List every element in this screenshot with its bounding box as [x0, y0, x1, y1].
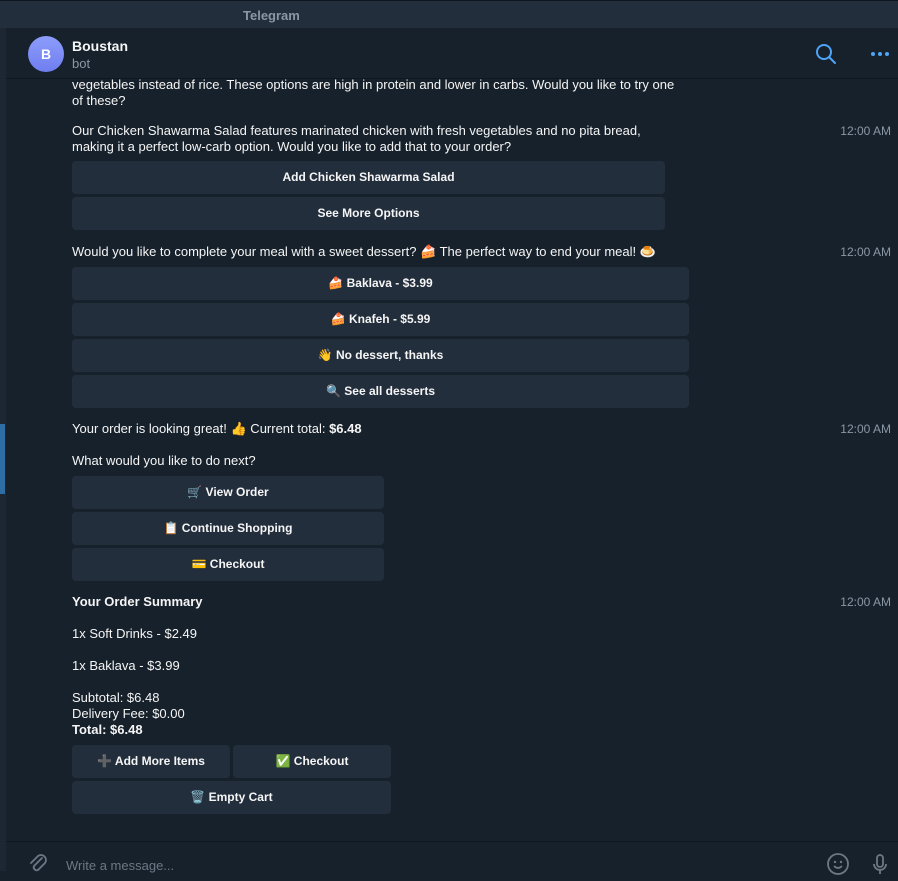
message-line: Your order is looking great! 👍 Current t… [72, 421, 330, 436]
view-order-button[interactable]: 🛒 View Order [72, 476, 384, 509]
message-time: 12:00 AM [840, 422, 891, 436]
order-item: 1x Soft Drinks - $2.49 [72, 626, 197, 641]
knafeh-button[interactable]: 🍰 Knafeh - $5.99 [72, 303, 689, 336]
current-total: $6.48 [329, 421, 362, 436]
window-title: Telegram [243, 8, 300, 23]
message-time: 12:00 AM [840, 245, 891, 259]
message-composer [6, 841, 898, 875]
search-icon[interactable] [814, 42, 838, 66]
add-more-items-button[interactable]: ➕ Add More Items [72, 745, 230, 778]
message-text: Our Chicken Shawarma Salad features mari… [72, 123, 641, 155]
more-icon[interactable] [868, 42, 892, 66]
message-text: Would you like to complete your meal wit… [72, 244, 656, 259]
no-dessert-button[interactable]: 👋 No dessert, thanks [72, 339, 689, 372]
order-total: Total: $6.48 [72, 722, 143, 737]
chat-header: B Boustan bot [6, 28, 898, 79]
order-summary-title: Your Order Summary [72, 594, 203, 609]
message-text: Your order is looking great! 👍 Current t… [72, 421, 362, 437]
message-list[interactable]: vegetables instead of rice. These option… [6, 79, 898, 841]
message-line: making it a perfect low-carb option. Wou… [72, 139, 512, 154]
subtotal: Subtotal: $6.48 [72, 690, 160, 705]
empty-cart-button[interactable]: 🗑️ Empty Cart [72, 781, 391, 814]
chat-title[interactable]: Boustan [72, 38, 128, 54]
microphone-icon[interactable] [868, 852, 892, 876]
see-more-options-button[interactable]: See More Options [72, 197, 665, 230]
checkout-button[interactable]: 💳 Checkout [72, 548, 384, 581]
window-titlebar: Telegram [0, 0, 898, 28]
message-line: of these? [72, 93, 126, 108]
add-chicken-shawarma-salad-button[interactable]: Add Chicken Shawarma Salad [72, 161, 665, 194]
message-text: vegetables instead of rice. These option… [72, 79, 674, 109]
baklava-button[interactable]: 🍰 Baklava - $3.99 [72, 267, 689, 300]
order-item: 1x Baklava - $3.99 [72, 658, 180, 673]
message-time: 12:00 AM [840, 124, 891, 138]
message-text: What would you like to do next? [72, 453, 256, 468]
emoji-icon[interactable] [826, 852, 850, 876]
avatar[interactable]: B [28, 36, 64, 72]
active-chat-indicator [0, 424, 5, 494]
message-line: vegetables instead of rice. These option… [72, 79, 675, 92]
attach-icon[interactable] [26, 852, 50, 876]
continue-shopping-button[interactable]: 📋 Continue Shopping [72, 512, 384, 545]
message-line: Our Chicken Shawarma Salad features mari… [72, 123, 641, 138]
see-all-desserts-button[interactable]: 🔍 See all desserts [72, 375, 689, 408]
summary-checkout-button[interactable]: ✅ Checkout [233, 745, 391, 778]
chat-status: bot [72, 56, 91, 71]
delivery-fee: Delivery Fee: $0.00 [72, 706, 185, 721]
message-time: 12:00 AM [840, 595, 891, 609]
